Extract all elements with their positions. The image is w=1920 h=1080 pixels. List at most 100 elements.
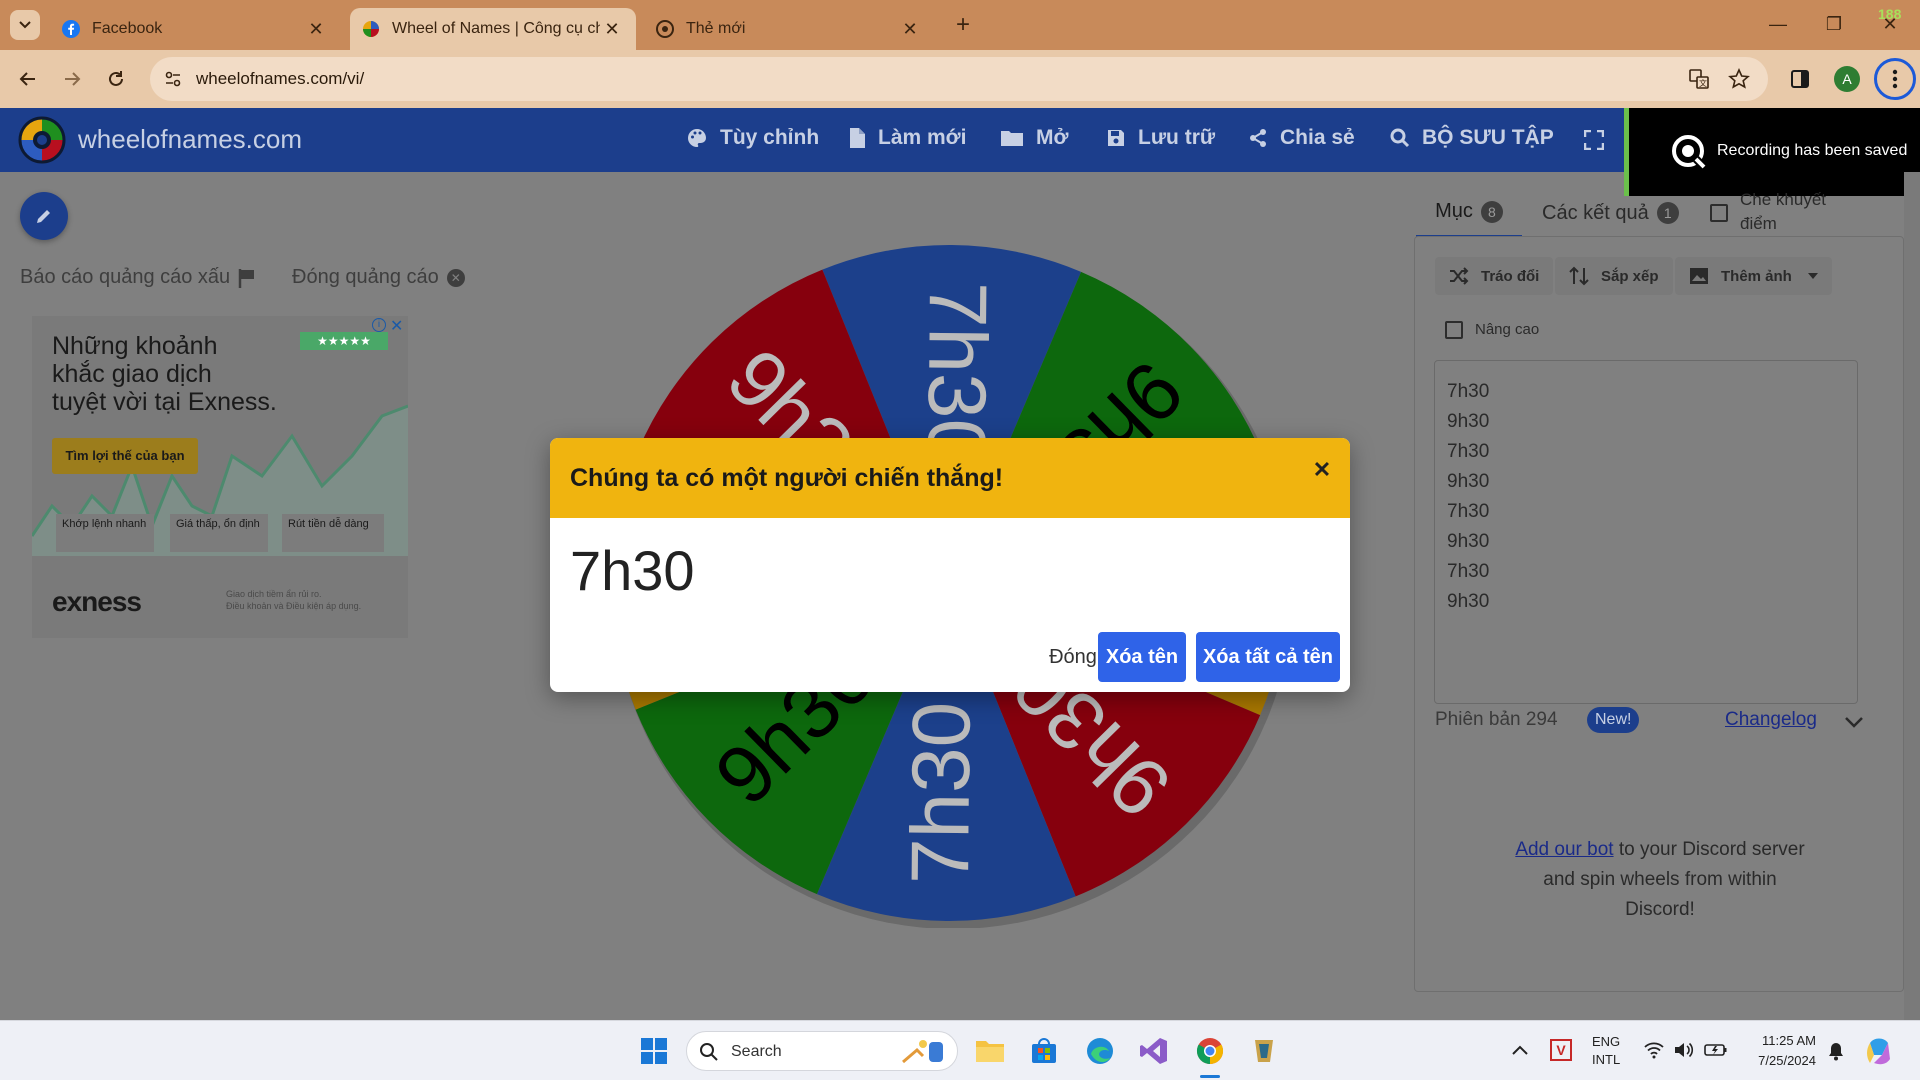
start-button[interactable] (636, 1033, 672, 1069)
tray-app-icon[interactable]: V (1550, 1039, 1572, 1061)
close-tab-icon[interactable]: ✕ (600, 17, 624, 41)
arrow-right-icon (65, 72, 81, 86)
tab-facebook[interactable]: Facebook ✕ (50, 8, 340, 50)
site-logo-text[interactable]: wheelofnames.com (78, 124, 302, 155)
report-ad-link[interactable]: Báo cáo quảng cáo xấu (20, 266, 256, 289)
hide-label-line: Che khuyết (1740, 190, 1826, 209)
entries-count-badge: 8 (1480, 200, 1503, 223)
ad-headline-line: tuyệt vời tại Exness. (52, 388, 277, 416)
discord-text: Discord! (1625, 899, 1695, 920)
search-icon (1390, 128, 1410, 148)
ad-info-icon[interactable]: i (372, 318, 386, 332)
close-icon[interactable]: ✕ (1306, 454, 1338, 486)
profile-avatar[interactable]: A (1834, 66, 1860, 92)
taskbar-search[interactable]: Search (686, 1031, 958, 1071)
menu-label: Tùy chỉnh (720, 126, 820, 149)
tab-entries[interactable]: Mục 8 (1416, 188, 1522, 238)
recording-toast: Recording has been saved (1624, 108, 1920, 196)
file-explorer-icon[interactable] (972, 1033, 1008, 1069)
store-icon[interactable] (1026, 1033, 1062, 1069)
language-indicator[interactable]: ENG INTL (1592, 1033, 1620, 1069)
winner-name: 7h30 (570, 539, 695, 602)
visual-studio-icon[interactable] (1136, 1033, 1172, 1069)
sort-button[interactable]: Sắp xếp (1555, 257, 1673, 295)
ad-brand-logo: exness (52, 586, 142, 617)
save-icon (1108, 130, 1124, 146)
facebook-icon (62, 20, 80, 38)
remove-all-names-button[interactable]: Xóa tất cả tên (1196, 632, 1340, 682)
close-tab-icon[interactable]: ✕ (898, 17, 922, 41)
clock-time: 11:25 AM (1762, 1033, 1816, 1048)
corner-badge: 188 (1878, 6, 1902, 22)
winner-dialog-title: Chúng ta có một người chiến thắng! (570, 464, 1004, 492)
menu-share[interactable]: Chia sẻ (1248, 126, 1355, 150)
chevron-down-icon[interactable] (1845, 717, 1863, 729)
share-icon (1250, 129, 1266, 147)
ad-headline: Những khoảnh khắc giao dịch tuyệt vời tạ… (52, 332, 277, 416)
page-scrollbar[interactable] (1904, 172, 1920, 1020)
menu-open[interactable]: Mở (1000, 126, 1068, 150)
close-ad-link[interactable]: Đóng quảng cáo ✕ (292, 266, 465, 289)
close-tab-icon[interactable]: ✕ (304, 17, 328, 41)
wheel-logo-icon (18, 116, 66, 164)
close-circle-icon: ✕ (446, 268, 465, 287)
tab-wheel-of-names[interactable]: Wheel of Names | Công cụ chọn ✕ (350, 8, 636, 50)
tab-search-button[interactable] (10, 10, 40, 40)
caret-down-icon (1807, 273, 1818, 279)
advanced-checkbox[interactable] (1445, 321, 1463, 339)
restore-button[interactable]: ❐ (1806, 0, 1862, 48)
new-tab-button[interactable]: + (948, 10, 978, 40)
changelog-link[interactable]: Changelog (1725, 709, 1817, 731)
back-button[interactable] (8, 59, 48, 99)
recording-icon (1672, 135, 1708, 171)
entries-textarea[interactable]: 7h30 9h30 7h30 9h30 7h30 9h30 7h30 9h30 (1434, 360, 1858, 704)
recording-text: Recording has been saved (1717, 142, 1908, 159)
edge-icon[interactable] (1082, 1033, 1118, 1069)
copilot-icon[interactable] (1864, 1035, 1896, 1067)
app-taskbar-icon[interactable] (1246, 1033, 1282, 1069)
clock[interactable]: 11:25 AM 7/25/2024 (1746, 1031, 1816, 1071)
site-settings-icon[interactable] (164, 70, 182, 88)
side-panel-icon[interactable] (1790, 69, 1810, 89)
ad-cta-button[interactable]: Tìm lợi thế của bạn (52, 438, 198, 474)
keyboard-layout: INTL (1592, 1052, 1621, 1067)
chevron-up-icon[interactable] (1512, 1045, 1528, 1055)
menu-customize[interactable]: Tùy chỉnh (686, 126, 819, 150)
translate-icon[interactable]: 文 (1688, 68, 1710, 90)
svg-text:文: 文 (1699, 78, 1707, 88)
remove-name-button[interactable]: Xóa tên (1098, 632, 1186, 682)
fullscreen-button[interactable] (1584, 130, 1604, 150)
search-icon (700, 1043, 718, 1061)
menu-gallery[interactable]: BỘ SƯU TẬP (1390, 126, 1554, 150)
sort-icon (1569, 266, 1589, 286)
report-ad-label: Báo cáo quảng cáo xấu (20, 266, 231, 288)
chrome-taskbar-icon[interactable] (1192, 1033, 1228, 1069)
notification-bell-icon[interactable] (1826, 1041, 1846, 1061)
star-icon[interactable] (1728, 68, 1750, 90)
menu-save[interactable]: Lưu trữ (1106, 126, 1215, 150)
ad-banner[interactable]: i ✕ ★★★★★ Những khoảnh khắc giao dịch tu… (32, 316, 408, 638)
wifi-icon[interactable] (1644, 1041, 1664, 1059)
edit-button[interactable] (20, 192, 68, 240)
minimize-button[interactable]: — (1750, 0, 1806, 48)
tab-results[interactable]: Các kết quả 1 (1542, 188, 1679, 238)
tab-new-tab[interactable]: Thẻ mới ✕ (644, 8, 934, 50)
add-image-button[interactable]: Thêm ảnh (1675, 257, 1832, 295)
menu-new[interactable]: Làm mới (848, 126, 966, 150)
battery-icon[interactable] (1704, 1041, 1728, 1059)
new-badge: New! (1587, 707, 1640, 733)
volume-icon[interactable] (1674, 1041, 1694, 1059)
shuffle-button[interactable]: Tráo đổi (1435, 257, 1554, 295)
image-icon (1690, 268, 1708, 284)
menu-label: Làm mới (878, 126, 967, 149)
hide-checkbox[interactable] (1710, 204, 1728, 222)
reload-button[interactable] (96, 59, 136, 99)
site-logo[interactable] (18, 116, 66, 164)
address-bar[interactable]: wheelofnames.com/vi/ 文 (150, 57, 1768, 101)
browser-menu-button[interactable] (1874, 58, 1916, 100)
tab-title: Thẻ mới (686, 20, 746, 37)
tab-results-label: Các kết quả (1542, 201, 1649, 224)
ad-close-icon[interactable]: ✕ (390, 316, 403, 336)
discord-bot-link[interactable]: Add our bot (1515, 839, 1613, 860)
forward-button[interactable] (52, 59, 92, 99)
